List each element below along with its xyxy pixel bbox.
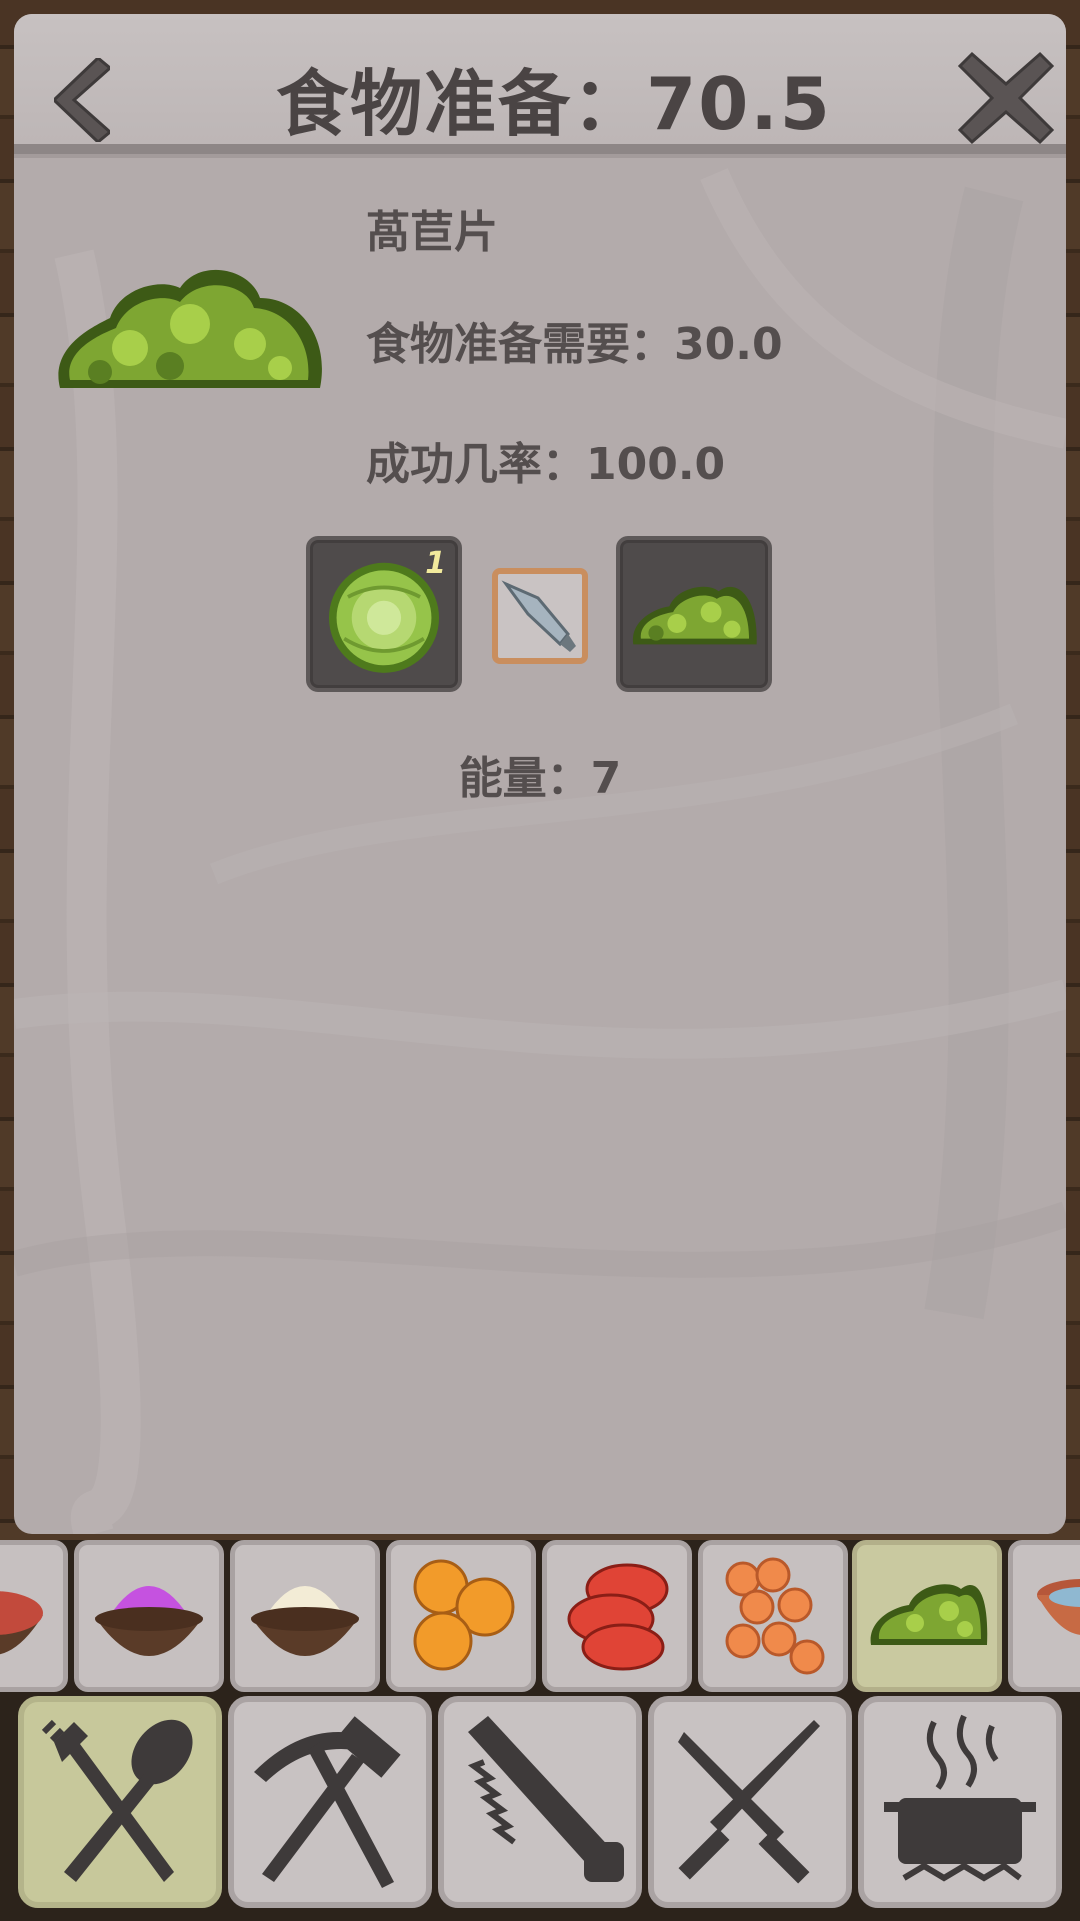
- pickaxe-hammer-icon: [254, 1716, 401, 1888]
- recipe-card-red-cream[interactable]: [0, 1540, 68, 1692]
- category-food[interactable]: [18, 1696, 222, 1908]
- output-slot[interactable]: [616, 536, 772, 692]
- lettuce-shreds-icon: [58, 269, 322, 388]
- back-button[interactable]: [51, 55, 113, 145]
- success-rate: 成功几率：100.0: [366, 439, 726, 490]
- recipe-card-carrot-slices[interactable]: [698, 1540, 848, 1692]
- recipe-card-white-cream[interactable]: [230, 1540, 380, 1692]
- recipe-card-purple-cream[interactable]: [74, 1540, 224, 1692]
- recipe-card-tomato-slices[interactable]: [542, 1540, 692, 1692]
- ingredient-quantity: 1: [425, 546, 446, 581]
- close-button[interactable]: [957, 50, 1055, 146]
- tool-slot[interactable]: [492, 568, 588, 664]
- carrot-slices-icon: [725, 1557, 825, 1675]
- recipe-card-lettuce-shreds[interactable]: [852, 1540, 1002, 1692]
- orange-slices-icon: [413, 1559, 515, 1671]
- back-chevron-icon: [51, 55, 113, 145]
- header-bar: 食物准备：70.5: [14, 14, 1066, 154]
- category-tools[interactable]: [228, 1696, 432, 1908]
- tomato-slices-icon: [567, 1563, 669, 1671]
- cooking-pot-icon: [884, 1714, 1036, 1882]
- purple-cream-coconut-icon: [95, 1586, 203, 1656]
- recipe-card-orange-slices[interactable]: [386, 1540, 536, 1692]
- lettuce-shreds-icon: [870, 1584, 988, 1645]
- recipe-name: 萵苣片: [366, 207, 498, 258]
- red-cream-coconut-icon: [0, 1591, 43, 1654]
- category-bar: [0, 1694, 1080, 1921]
- category-crafting[interactable]: [438, 1696, 642, 1908]
- recipe-image: [50, 248, 330, 408]
- saw-icon: [467, 1716, 624, 1882]
- knife-blade-icon: [501, 580, 576, 652]
- clay-pot-icon: [1037, 1579, 1080, 1635]
- crossed-knives-icon: [678, 1720, 820, 1884]
- fork-spoon-icon: [41, 1719, 193, 1882]
- category-cooking[interactable]: [858, 1696, 1062, 1908]
- close-x-icon: [957, 51, 1055, 145]
- recipe-strip[interactable]: [0, 1540, 1080, 1696]
- white-cream-coconut-icon: [251, 1586, 359, 1656]
- ingredient-slot[interactable]: 1: [306, 536, 462, 692]
- food-prep-required: 食物准备需要：30.0: [366, 319, 783, 370]
- energy-label: 能量：7: [458, 753, 622, 804]
- lettuce-shreds-icon: [632, 586, 757, 645]
- category-knives[interactable]: [648, 1696, 852, 1908]
- recipe-card-clay-pot[interactable]: [1008, 1540, 1080, 1692]
- page-title: 食物准备：70.5: [276, 62, 832, 146]
